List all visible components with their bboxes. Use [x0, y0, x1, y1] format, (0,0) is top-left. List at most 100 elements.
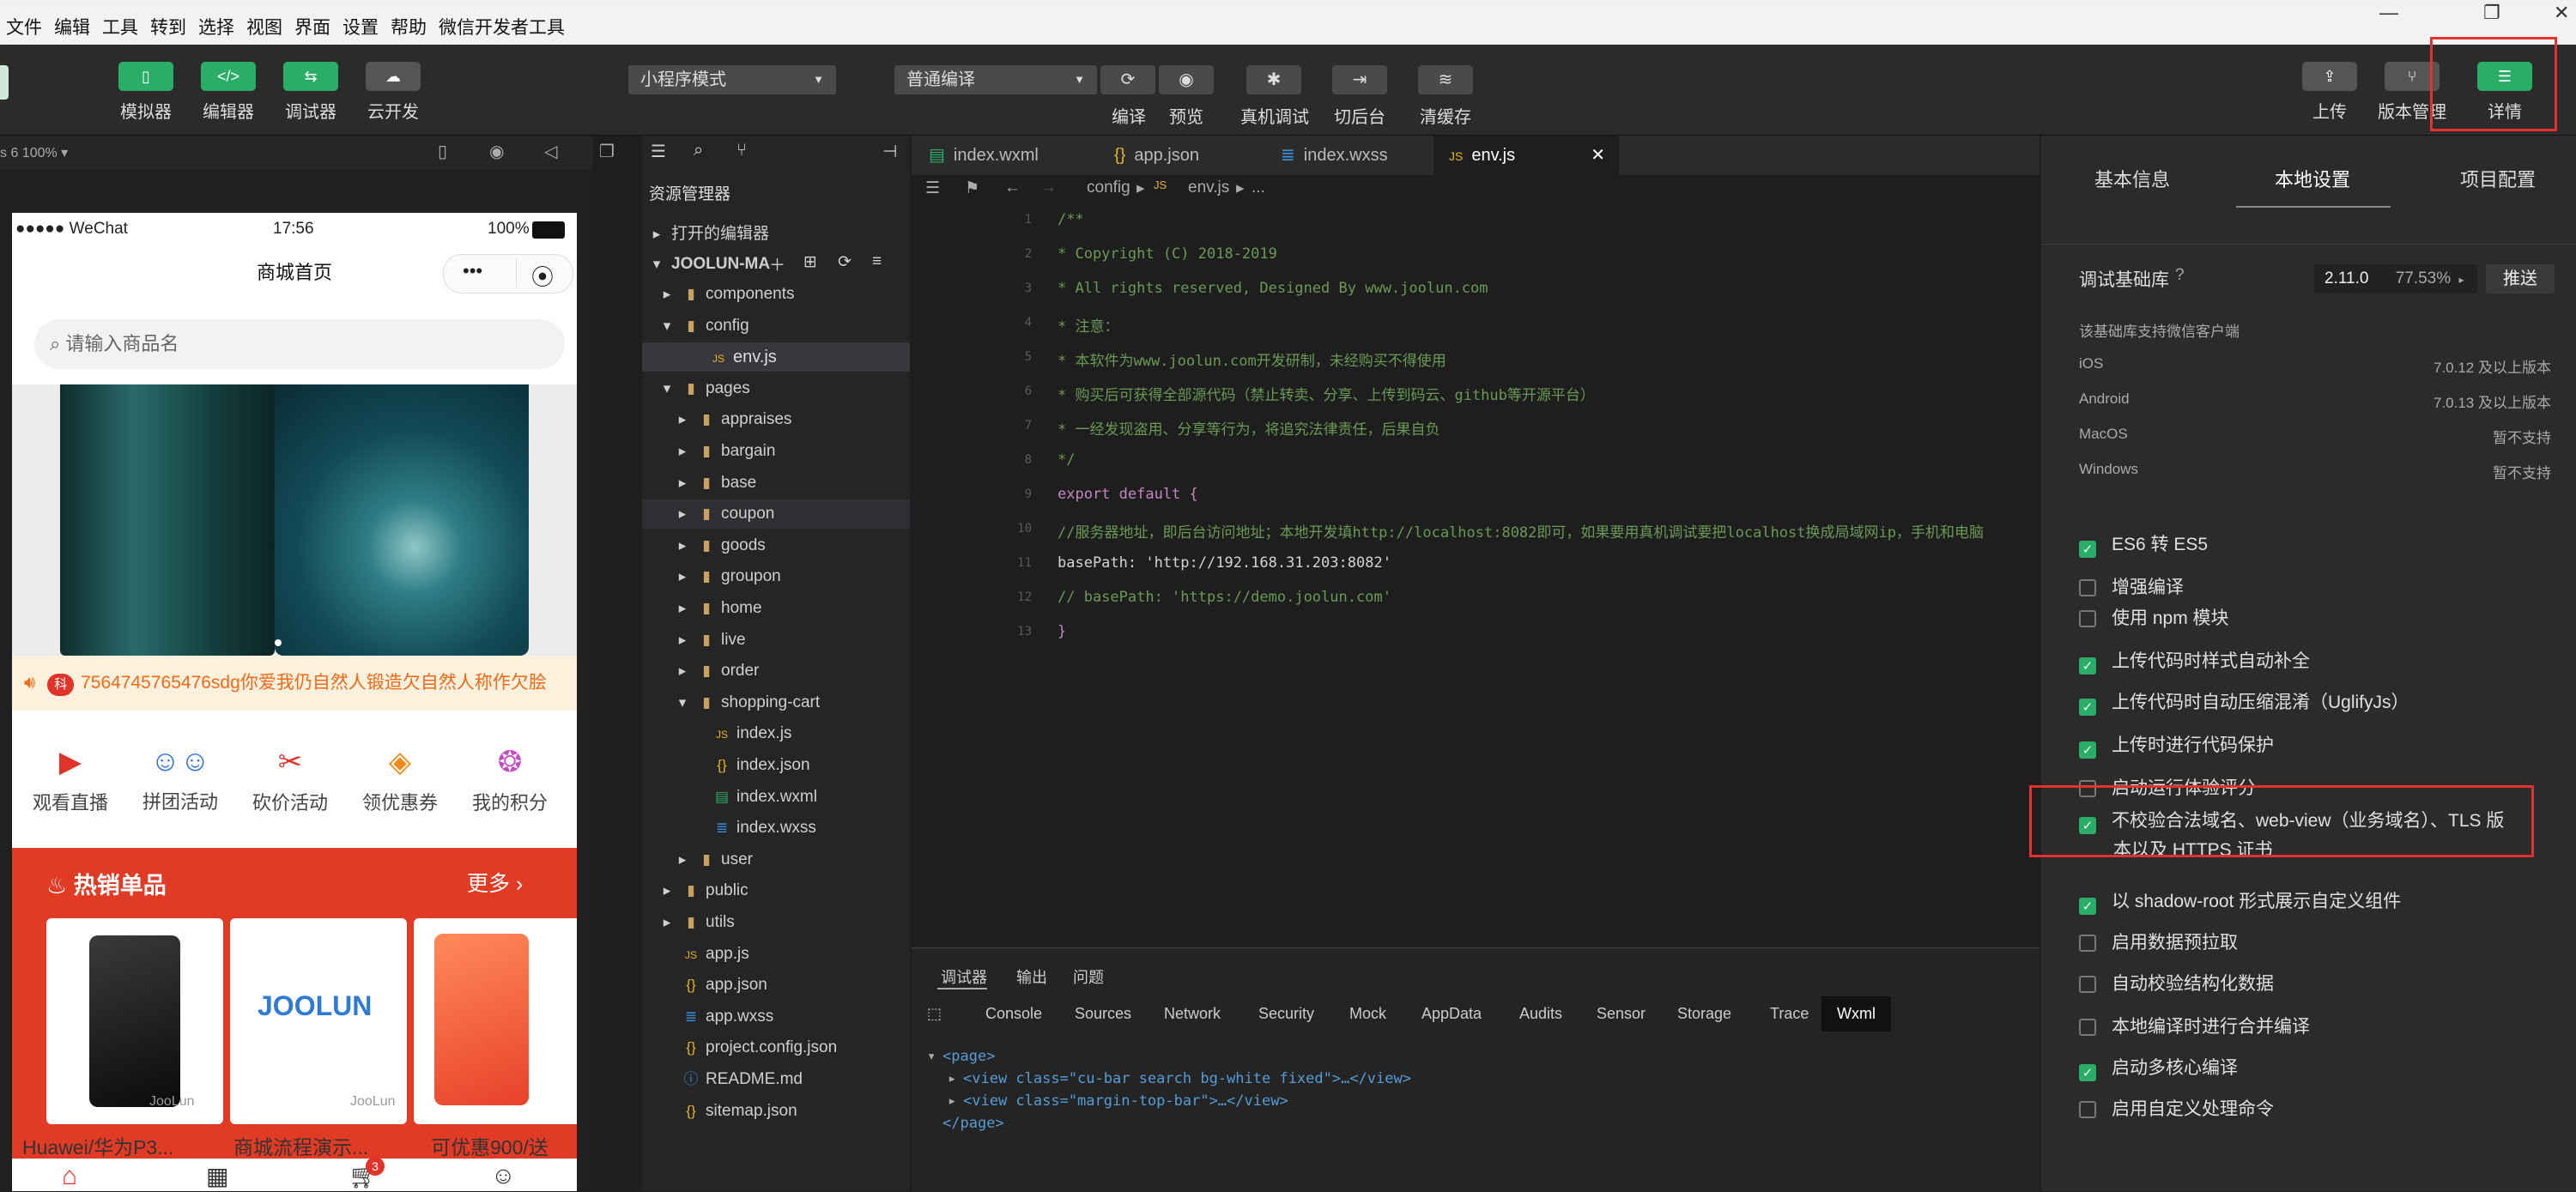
product-card[interactable]: JOOLUN JooLun: [230, 918, 407, 1124]
setting-checkbox[interactable]: 启用自定义处理命令: [2079, 1095, 2274, 1121]
tree-item[interactable]: ▸ ▮ components: [642, 280, 910, 309]
preview-button[interactable]: ◉: [1159, 65, 1214, 94]
menu-item[interactable]: 界面: [288, 7, 336, 39]
tree-item[interactable]: ▸ ▮ public: [642, 876, 910, 905]
devtools-tab[interactable]: Trace: [1770, 1005, 1809, 1023]
tab-app-json[interactable]: {} app.json: [1099, 136, 1267, 175]
dom-toggle[interactable]: ▸: [948, 1092, 956, 1110]
tab-index-wxml[interactable]: ▤ index.wxml: [913, 136, 1082, 175]
menu-item[interactable]: 视图: [240, 7, 288, 39]
tree-item[interactable]: ≣ app.wxss: [642, 1002, 910, 1032]
setting-checkbox[interactable]: 自动校验结构化数据: [2079, 970, 2274, 995]
git-icon[interactable]: ⑂: [736, 141, 747, 160]
setting-checkbox[interactable]: 启用数据预拉取: [2079, 929, 2238, 954]
dom-node[interactable]: <view class="cu-bar search bg-white fixe…: [963, 1070, 1411, 1087]
devtools-tab[interactable]: Sensor: [1597, 1005, 1646, 1023]
devtools-tab[interactable]: Audits: [1519, 1005, 1562, 1023]
devtools-tab[interactable]: AppData: [1421, 1005, 1482, 1023]
search-input[interactable]: ⌕ 请输入商品名: [34, 319, 565, 369]
quick-coupon[interactable]: ◈ 领优惠券: [349, 745, 452, 815]
tree-item[interactable]: {} index.json: [642, 751, 910, 780]
setting-checkbox[interactable]: ✓ 以 shadow-root 形式展示自定义组件: [2079, 887, 2401, 915]
checkbox-unchecked-icon[interactable]: [2079, 1019, 2096, 1036]
compile-select[interactable]: 普通编译 ▼: [894, 65, 1097, 94]
switch-background-button[interactable]: ⇥: [1332, 65, 1387, 94]
forward-icon[interactable]: →: [1040, 178, 1057, 197]
refresh-icon[interactable]: ⟳: [838, 252, 852, 272]
cloud-button[interactable]: ☁ 云开发: [350, 62, 436, 123]
minimize-icon[interactable]: —: [2379, 2, 2398, 24]
menu-item[interactable]: 编辑: [48, 7, 96, 39]
tree-item[interactable]: ▸ ▮ live: [642, 626, 910, 655]
tree-item[interactable]: {} sitemap.json: [642, 1097, 910, 1126]
tree-item[interactable]: ▾ ▮ pages: [642, 374, 910, 403]
devtools-tab[interactable]: Network: [1164, 1005, 1221, 1023]
push-button[interactable]: 推送: [2486, 264, 2555, 293]
help-icon[interactable]: ?: [2175, 266, 2185, 285]
open-editors-toggle[interactable]: ▸ 打开的编辑器: [647, 220, 769, 249]
dom-toggle[interactable]: ▾: [927, 1048, 936, 1065]
device-select[interactable]: s 6 100% ▾: [0, 144, 68, 161]
menu-item[interactable]: 帮助: [385, 7, 433, 39]
tree-item[interactable]: JS index.js: [642, 719, 910, 748]
checkbox-unchecked-icon[interactable]: [2079, 579, 2096, 596]
back-icon[interactable]: ←: [1004, 178, 1021, 197]
tree-item[interactable]: JS app.js: [642, 940, 910, 969]
project-root[interactable]: ▾ JOOLUN-MA: [647, 250, 770, 279]
close-miniprogram-icon[interactable]: ⦿: [531, 260, 554, 292]
tree-item[interactable]: ▸ ▮ home: [642, 594, 910, 623]
tab-index-wxss[interactable]: ≣ index.wxss: [1265, 136, 1433, 175]
dom-node[interactable]: <page>: [943, 1048, 995, 1065]
volume-icon[interactable]: ◁: [544, 141, 557, 162]
tree-item[interactable]: JS env.js: [642, 342, 910, 372]
banner-carousel[interactable]: [12, 384, 577, 662]
close-tab-icon[interactable]: ✕: [1591, 136, 1605, 175]
user-icon[interactable]: ☺: [491, 1162, 516, 1189]
devtools-tab[interactable]: Storage: [1677, 1005, 1731, 1023]
menu-item[interactable]: 文件: [0, 7, 48, 39]
checkbox-unchecked-icon[interactable]: [2079, 935, 2096, 952]
more-icon[interactable]: •••: [463, 260, 482, 282]
menu-item[interactable]: 微信开发者工具: [433, 7, 571, 39]
dom-node[interactable]: <view class="margin-top-bar">…</view>: [963, 1092, 1288, 1110]
devtools-tab[interactable]: Security: [1258, 1005, 1314, 1023]
quick-groupon[interactable]: ☺☺ 拼团活动: [129, 745, 232, 814]
tree-item[interactable]: ▸ ▮ groupon: [642, 562, 910, 591]
menu-item[interactable]: 转到: [144, 7, 192, 39]
simulator-button[interactable]: ▯ 模拟器: [103, 62, 189, 123]
tab-local-settings[interactable]: 本地设置: [2275, 165, 2350, 192]
editor-button[interactable]: </> 编辑器: [185, 62, 271, 123]
tab-env-js[interactable]: JS env.js ✕: [1433, 136, 1619, 175]
tree-item[interactable]: ▾ ▮ config: [642, 312, 910, 341]
quick-points[interactable]: ❂ 我的积分: [458, 745, 561, 815]
list-icon[interactable]: ☰: [651, 141, 666, 162]
dom-node[interactable]: </page>: [943, 1115, 1004, 1132]
tree-item[interactable]: ▸ ▮ utils: [642, 908, 910, 937]
capsule-button[interactable]: ••• ⦿: [443, 254, 573, 293]
maximize-icon[interactable]: ❐: [2483, 2, 2500, 24]
setting-checkbox[interactable]: ✓ 上传代码时自动压缩混淆（UglifyJs）: [2079, 688, 2409, 716]
tree-item[interactable]: {} project.config.json: [642, 1033, 910, 1062]
notice-bar[interactable]: 🔊︎ 科 7564745765476sdg你爱我仍自然人锻造欠自然人称作欠脍: [12, 656, 577, 711]
debug-top-tab[interactable]: 调试器: [941, 965, 987, 988]
checkbox-checked-icon[interactable]: ✓: [2079, 541, 2096, 558]
new-file-icon[interactable]: ＋: [769, 252, 785, 275]
tree-item[interactable]: ▸ ▮ bargain: [642, 437, 910, 466]
menu-item[interactable]: 设置: [336, 7, 385, 39]
debug-top-tab[interactable]: 问题: [1073, 965, 1104, 988]
setting-checkbox[interactable]: 使用 npm 模块: [2079, 604, 2229, 630]
product-card[interactable]: JooLun: [46, 918, 223, 1124]
checkbox-checked-icon[interactable]: ✓: [2079, 699, 2096, 716]
upload-button[interactable]: ⇪ 上传: [2287, 62, 2373, 123]
debugger-button[interactable]: ⇆ 调试器: [268, 62, 354, 123]
devtools-tab[interactable]: Mock: [1349, 1005, 1386, 1023]
tree-item[interactable]: ▸ ▮ user: [642, 845, 910, 874]
checkbox-unchecked-icon[interactable]: [2079, 1101, 2096, 1118]
menu-item[interactable]: 工具: [96, 7, 144, 39]
tree-item[interactable]: ▾ ▮ shopping-cart: [642, 688, 910, 717]
collapse-icon[interactable]: ⊣: [882, 141, 897, 162]
search-icon[interactable]: ⌕: [694, 141, 703, 160]
tree-item[interactable]: {} app.json: [642, 971, 910, 1000]
debug-top-tab[interactable]: 输出: [1016, 965, 1047, 988]
quick-bargain[interactable]: ✂ 砍价活动: [239, 745, 342, 815]
